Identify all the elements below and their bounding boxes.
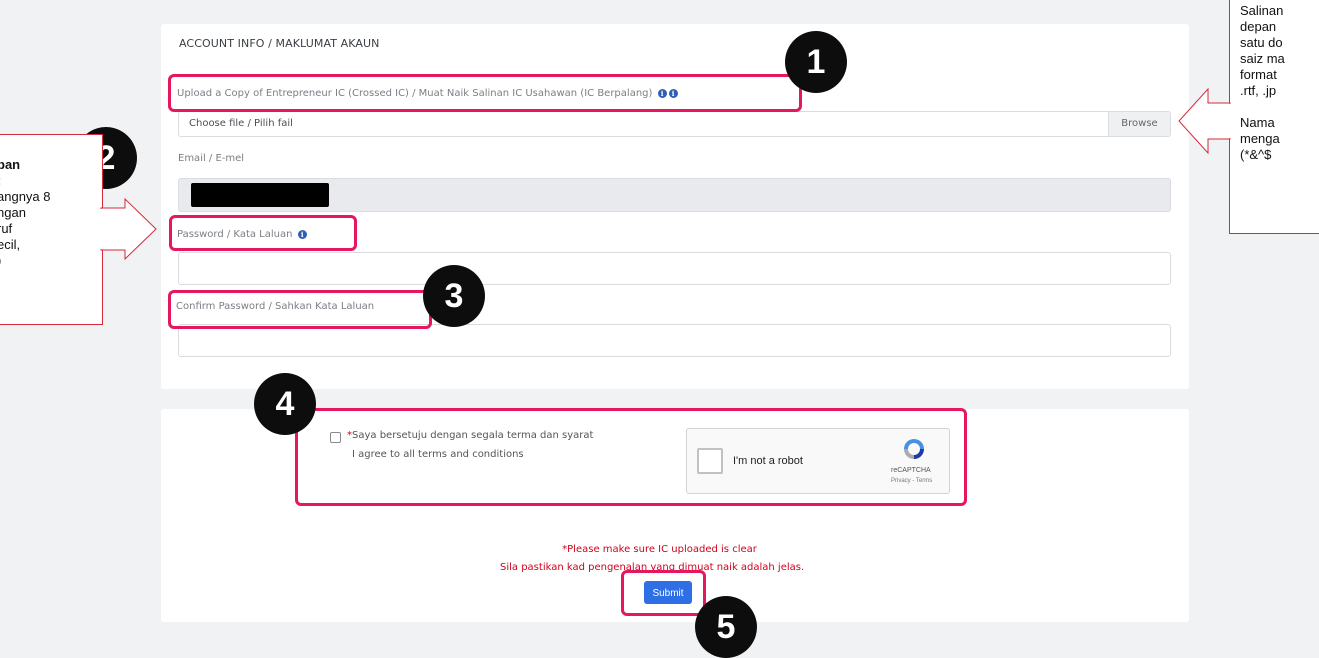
callout-right-line: Nama [1240, 115, 1275, 130]
step-badge-3: 3 [423, 265, 485, 327]
password-field[interactable] [178, 252, 1171, 285]
callout-upload-rules: Salinan depan satu do saiz ma format .rt… [1229, 0, 1319, 234]
callout-left-line: ngan [0, 205, 26, 220]
callout-right-line: saiz ma [1240, 51, 1285, 66]
callout-left-heading: pan [0, 157, 21, 172]
highlight-confirm-password [168, 290, 432, 329]
step-badge-4: 4 [254, 373, 316, 435]
file-placeholder: Choose file / Pilih fail [189, 118, 293, 129]
highlight-password [169, 215, 357, 251]
callout-left-heading-2: : [0, 173, 1, 188]
step-badge-1: 1 [785, 31, 847, 93]
ic-file-input[interactable]: Choose file / Pilih fail Browse [178, 111, 1171, 137]
callout-right-line: satu do [1240, 35, 1283, 50]
callout-right-line [1240, 99, 1319, 115]
callout-right-line: (*&^$ [1240, 147, 1272, 162]
redacted-email-value [191, 183, 329, 207]
callout-left-line: ) [0, 253, 102, 269]
arrow-callout-icon [1178, 88, 1231, 154]
callout-left-line: ecil, [0, 237, 21, 252]
callout-right-line: depan [1240, 19, 1277, 34]
callout-right-line: .rtf, .jp [1240, 83, 1277, 98]
callout-password-rules: pan : angnya 8 ngan ruf ecil, ) [0, 134, 103, 325]
browse-button[interactable]: Browse [1108, 112, 1170, 136]
callout-left-line: ruf [0, 221, 13, 236]
highlight-submit [621, 570, 706, 616]
highlight-upload [168, 74, 802, 112]
callout-right-line: menga [1240, 131, 1280, 146]
section-title: ACCOUNT INFO / MAKLUMAT AKAUN [179, 37, 380, 50]
highlight-terms [295, 408, 967, 506]
callout-right-line: Salinan [1240, 3, 1284, 18]
arrow-callout-icon [100, 198, 157, 260]
email-label: Email / E-mel [178, 153, 245, 164]
step-badge-5: 5 [695, 596, 757, 658]
callout-right-line: format [1240, 67, 1277, 82]
notice-line-english: *Please make sure IC uploaded is clear [562, 544, 757, 555]
callout-left-line: angnya 8 [0, 189, 51, 204]
